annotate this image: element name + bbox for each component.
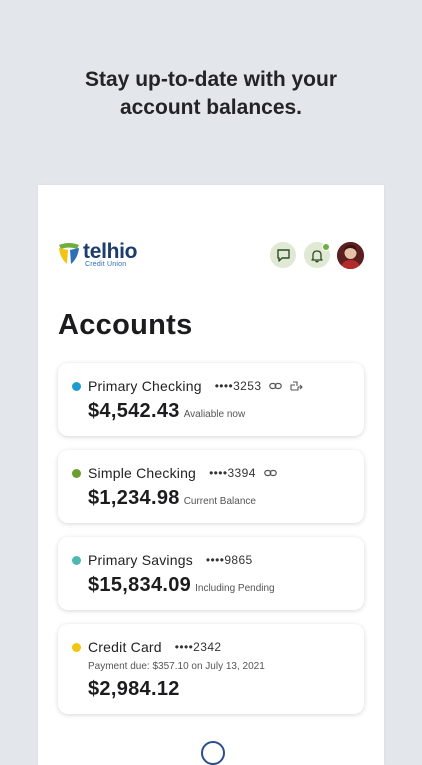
headline-line-1: Stay up-to-date with your (85, 68, 337, 91)
profile-avatar[interactable] (337, 242, 364, 269)
account-card-simple-checking[interactable]: Simple Checking ••••3394 $1,234.98 Curre… (58, 450, 364, 523)
payment-due: Payment due: $357.10 on July 13, 2021 (88, 661, 265, 672)
notification-dot (322, 243, 330, 251)
telhio-logo-mark-icon (59, 243, 79, 264)
bottom-nav-icon[interactable] (201, 741, 225, 765)
messages-button[interactable] (270, 242, 296, 268)
account-balance: $1,234.98 (88, 487, 180, 509)
account-balance-row: $4,542.43 Avaliable now (88, 400, 245, 423)
bell-icon (311, 249, 323, 262)
link-icon (263, 468, 277, 478)
account-color-dot (72, 381, 81, 391)
chat-bubble-icon (276, 248, 290, 262)
account-balance-row: $1,234.98 Current Balance (88, 487, 256, 510)
account-number: ••••9865 (205, 553, 253, 567)
account-name: Primary Checking (88, 378, 202, 394)
balance-note: Avaliable now (183, 409, 246, 420)
account-color-dot (72, 642, 81, 652)
account-header: Simple Checking ••••3394 (72, 465, 277, 481)
balance-note: Including Pending (195, 583, 275, 594)
account-name: Simple Checking (88, 465, 197, 481)
account-balance: $2,984.12 (88, 678, 180, 700)
telhio-logo[interactable]: telhio Credit Union (58, 240, 168, 272)
balance-note: Current Balance (183, 496, 256, 507)
link-icon (269, 381, 283, 391)
account-number: ••••3253 (214, 379, 262, 393)
notifications-button[interactable] (304, 242, 330, 268)
account-header: Credit Card ••••2342 (72, 639, 221, 655)
headline-line-2: account balances. (119, 96, 303, 119)
marketing-headline: Stay up-to-date with your account balanc… (0, 66, 422, 122)
account-balance-row: $2,984.12 (88, 678, 180, 701)
transfer-icon (290, 380, 304, 392)
app-header: telhio Credit Union (38, 185, 384, 305)
phone-screen: telhio Credit Union Accounts Primary Che… (38, 185, 384, 765)
account-balance-row: $15,834.09 Including Pending (88, 574, 275, 597)
account-number: ••••3394 (209, 466, 256, 480)
avatar-photo-icon (337, 242, 364, 269)
account-balance: $4,542.43 (88, 400, 180, 422)
account-color-dot (72, 555, 81, 565)
account-card-primary-checking[interactable]: Primary Checking ••••3253 $4,542.43 Aval… (58, 363, 364, 436)
account-card-credit-card[interactable]: Credit Card ••••2342 Payment due: $357.1… (58, 624, 364, 714)
account-header: Primary Checking ••••3253 (72, 378, 304, 394)
account-name: Primary Savings (88, 552, 193, 568)
page-title: Accounts (58, 309, 193, 341)
account-number: ••••2342 (174, 640, 222, 654)
account-balance: $15,834.09 (88, 574, 192, 596)
account-card-primary-savings[interactable]: Primary Savings ••••9865 $15,834.09 Incl… (58, 537, 364, 610)
account-color-dot (72, 468, 81, 478)
account-name: Credit Card (88, 639, 162, 655)
account-header: Primary Savings ••••9865 (72, 552, 253, 568)
brand-subtitle: Credit Union (85, 261, 127, 268)
